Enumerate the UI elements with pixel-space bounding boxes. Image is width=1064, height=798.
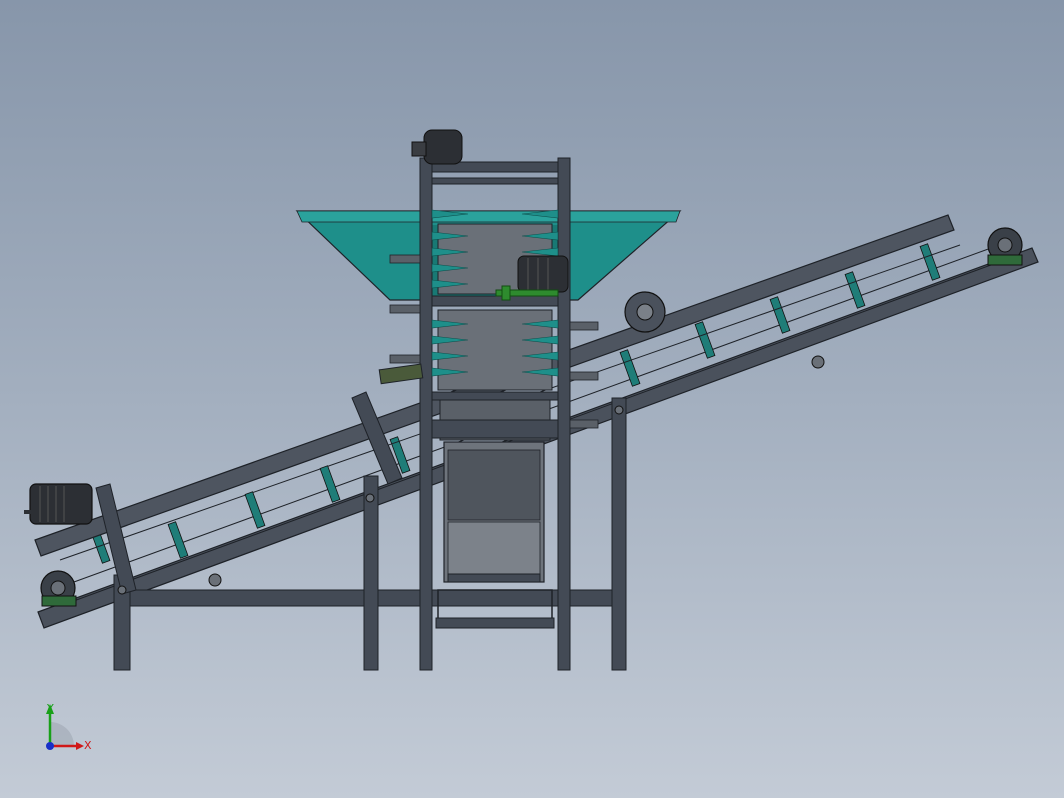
axis-triad: X Y: [46, 702, 92, 752]
y-axis-label: Y: [46, 702, 54, 715]
cad-viewport[interactable]: X Y: [0, 0, 1064, 798]
z-axis-dot: [46, 742, 54, 750]
x-axis-label: X: [84, 739, 92, 752]
machine-drawing: X Y: [24, 129, 1039, 752]
tail-pulley-left: [40, 570, 77, 607]
drive-motor-left: [24, 483, 93, 525]
side-motor: [517, 255, 569, 293]
head-pulley-right: [987, 227, 1023, 266]
discharge-bin: [443, 441, 545, 583]
tail-pulley-right: [624, 291, 666, 333]
